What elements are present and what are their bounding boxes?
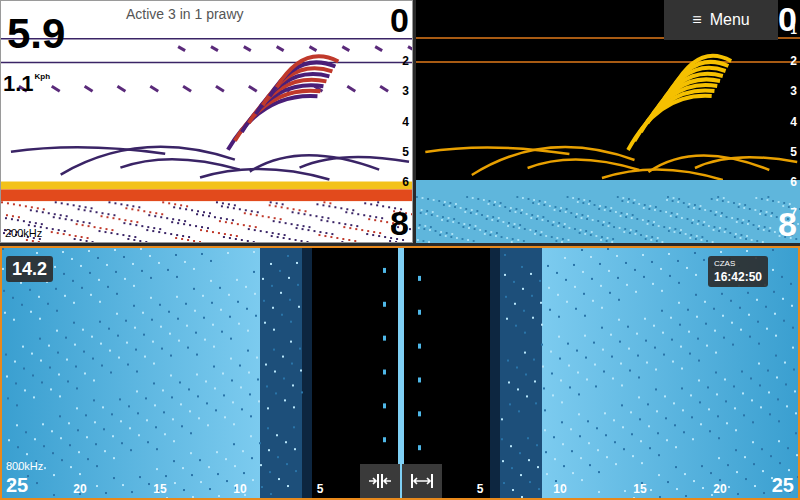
sidescan-panel[interactable]: 14.2 CZAS 16:42:50 800kHz 25 20 15 10 5 5 10 15 20 25	[0, 246, 800, 500]
range-scale-label: 20	[73, 483, 86, 495]
speed-unit: Kph	[35, 73, 51, 81]
fishfinder-screen: Active 3 in 1 prawy 5.9 1.1Kph 200kHz 0 2 3 4 5 6…	[0, 0, 800, 500]
time-box: CZAS 16:42:50	[708, 256, 768, 287]
depth-scale-label: 6	[402, 176, 409, 188]
range-scale-label: 10	[553, 483, 566, 495]
depth-scale-label: 6	[790, 176, 797, 188]
frequency-label: 800kHz	[6, 461, 43, 472]
range-scale-label: 15	[633, 483, 646, 495]
depth-reading: 5.9	[7, 13, 65, 55]
range-scale-label: 5	[317, 483, 324, 495]
sidescan-image	[2, 248, 798, 498]
depth-scale-label: 8	[778, 207, 797, 241]
range-scale-label: 5	[477, 483, 484, 495]
depth-scale-label: 5	[402, 146, 409, 158]
top-row: Active 3 in 1 prawy 5.9 1.1Kph 200kHz 0 2 3 4 5 6…	[0, 0, 800, 243]
depth-scale-label: 3	[790, 85, 797, 97]
range-scale-label: 15	[153, 483, 166, 495]
depth-scale-label: 4	[790, 116, 797, 128]
range-scale-label: 20	[713, 483, 726, 495]
compress-icon	[368, 472, 392, 490]
zoom-out-button[interactable]	[402, 464, 442, 498]
expand-icon	[410, 472, 434, 490]
downscan-panel[interactable]: ≡Menu012345678	[416, 0, 800, 243]
time-value: 16:42:50	[714, 271, 762, 283]
depth-scale-label: 0	[390, 3, 409, 37]
panel-title: Active 3 in 1 prawy	[126, 7, 244, 21]
speed-reading: 1.1Kph	[3, 73, 50, 95]
range-scale-label: 25	[772, 475, 794, 495]
view-controls	[360, 464, 442, 498]
depth-scale-label: 2	[790, 55, 797, 67]
depth-scale-label: 4	[402, 116, 409, 128]
menu-button[interactable]: ≡Menu	[664, 0, 778, 40]
time-label: CZAS	[714, 260, 762, 268]
frequency-label: 200kHz	[5, 228, 42, 239]
range-scale-label: 10	[233, 483, 246, 495]
range-scale-label: 25	[6, 475, 28, 495]
zoom-in-button[interactable]	[360, 464, 400, 498]
depth-scale-label: 2	[402, 55, 409, 67]
range-reading: 14.2	[6, 256, 53, 282]
depth-scale-label: 8	[390, 206, 409, 240]
menu-icon: ≡	[692, 8, 701, 32]
sonar-panel[interactable]: Active 3 in 1 prawy 5.9 1.1Kph 200kHz 0 2 3 4 5 6…	[0, 0, 413, 243]
depth-scale-label: 3	[402, 85, 409, 97]
depth-scale-label: 1	[790, 24, 797, 36]
depth-scale-label: 5	[790, 146, 797, 158]
